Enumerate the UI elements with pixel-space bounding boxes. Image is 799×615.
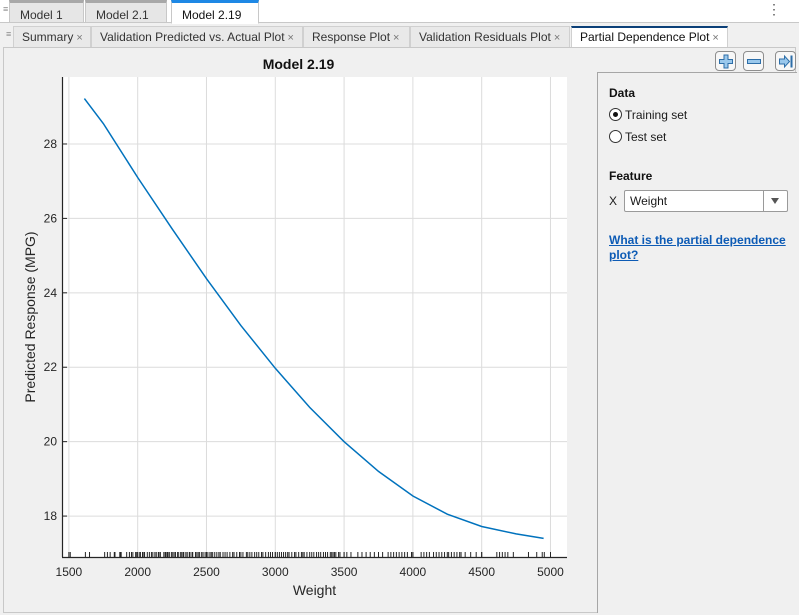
radio-training-set[interactable]: Training set bbox=[609, 107, 687, 123]
feature-axis-label: X bbox=[609, 194, 618, 208]
y-tick-label: 18 bbox=[44, 509, 58, 523]
help-link[interactable]: What is the partial dependence plot? bbox=[609, 233, 794, 263]
y-tick-label: 28 bbox=[44, 137, 58, 151]
y-tick-label: 24 bbox=[44, 286, 58, 300]
feature-heading: Feature bbox=[609, 169, 653, 183]
zoom-in-button[interactable] bbox=[715, 51, 736, 71]
data-heading: Data bbox=[609, 86, 636, 100]
radio-button[interactable] bbox=[609, 130, 622, 143]
y-tick-label: 22 bbox=[44, 360, 58, 374]
chevron-down-icon bbox=[771, 198, 779, 204]
radio-label: Test set bbox=[625, 130, 667, 144]
x-tick-label: 2000 bbox=[124, 565, 151, 579]
y-axis-label: Predicted Response (MPG) bbox=[22, 231, 38, 402]
x-tick-label: 3500 bbox=[331, 565, 358, 579]
close-icon[interactable]: × bbox=[712, 32, 718, 44]
x-tick-label: 1500 bbox=[56, 565, 83, 579]
more-options-icon[interactable]: ⋮ bbox=[767, 2, 781, 16]
x-tick-label: 3000 bbox=[262, 565, 289, 579]
zoom-out-icon bbox=[747, 59, 761, 64]
zoom-in-icon bbox=[719, 54, 733, 69]
feature-dropdown-value: Weight bbox=[630, 194, 668, 208]
y-tick-label: 20 bbox=[44, 435, 58, 449]
collapse-panel-button[interactable] bbox=[775, 51, 796, 71]
x-tick-label: 4500 bbox=[468, 565, 495, 579]
x-tick-label: 5000 bbox=[537, 565, 564, 579]
tab-label: Partial Dependence Plot bbox=[580, 30, 710, 44]
feature-dropdown[interactable]: Weight bbox=[624, 190, 788, 212]
x-tick-label: 4000 bbox=[400, 565, 427, 579]
y-tick-label: 26 bbox=[44, 211, 58, 225]
radio-label: Training set bbox=[625, 108, 688, 122]
collapse-panel-icon bbox=[779, 54, 793, 69]
x-tick-label: 2500 bbox=[193, 565, 220, 579]
zoom-out-button[interactable] bbox=[743, 51, 764, 71]
settings-panel: Data Training set Test set Feature X Wei… bbox=[597, 72, 797, 613]
partial-dependence-chart: 1500 2000 2500 3000 3500 4000 4500 5000 18 20 22 24… bbox=[22, 77, 567, 598]
radio-test-set[interactable]: Test set bbox=[609, 129, 666, 145]
x-axis-label: Weight bbox=[293, 582, 336, 598]
radio-button-checked[interactable] bbox=[609, 108, 622, 121]
dropdown-button[interactable] bbox=[763, 191, 787, 211]
